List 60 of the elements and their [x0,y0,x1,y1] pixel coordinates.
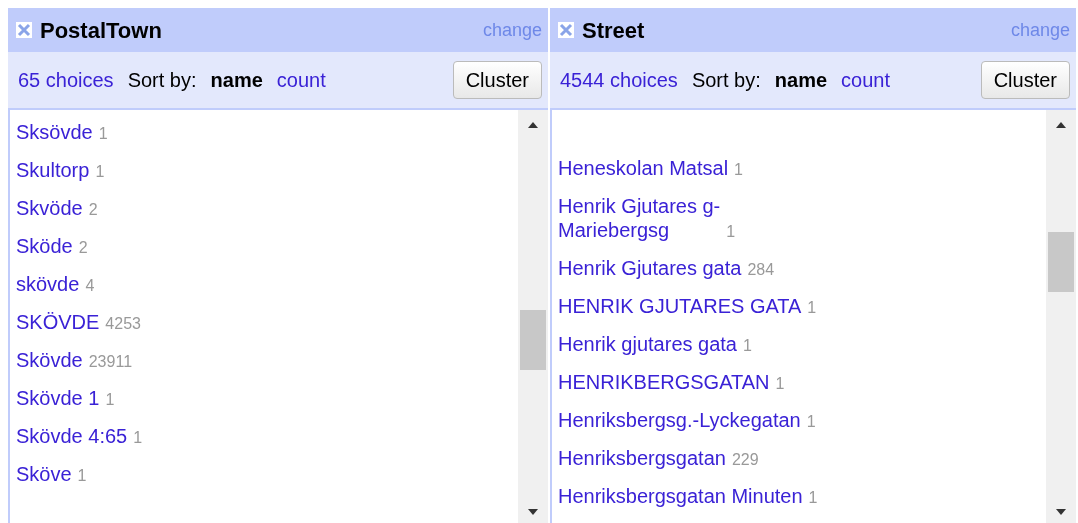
facet-choice[interactable]: HENRIKBERGSGATAN [558,370,770,394]
scrollbar[interactable] [1046,110,1076,523]
facet-choice[interactable]: Skövde 4:65 [16,424,128,448]
choice-count: 4253 [105,315,141,332]
choice-count: 2 [78,239,88,256]
scroll-down-icon[interactable] [1056,509,1066,515]
facet-title: PostalTown [40,16,162,45]
facet-choice[interactable]: Henriksbergsgatan Minuten [558,484,803,508]
choice-count: 1 [808,489,818,506]
facet-choice[interactable]: Heneskolan Matsal [558,156,729,180]
choices-count: 65 choices [18,68,114,93]
facet-choice[interactable]: Henrik Gjutares g- Mariebergsg [558,194,721,242]
scroll-down-icon[interactable] [528,509,538,515]
facet-choice[interactable]: SKÖVDE [16,310,100,334]
scrollbar-thumb[interactable] [1048,232,1074,292]
scrollbar-thumb[interactable] [520,310,546,370]
facet-choice[interactable]: Skövde 1 [16,386,100,410]
facet-choice[interactable]: Skultorp [16,158,90,182]
choice-count: 4 [85,277,95,294]
sort-option[interactable]: count [841,65,890,95]
choice-count: 1 [726,223,736,240]
cluster-button[interactable]: Cluster [980,61,1070,99]
facet-title: Street [582,16,645,45]
facet-choice[interactable]: Sköde [16,234,73,258]
facet-choice[interactable]: HENRIK GJUTARES GATA [558,294,802,318]
choice-count: 1 [807,299,817,316]
facet-choice[interactable]: Henrik gjutares gata [558,332,737,356]
facet-choice[interactable]: Henrik Gjutares gata [558,256,742,280]
choice-count: 1 [806,413,816,430]
scrollbar[interactable] [518,110,548,523]
scroll-up-icon[interactable] [1056,122,1066,128]
choice-count: 1 [743,337,752,354]
choice-count: 1 [133,429,143,446]
facet-choice[interactable]: Henriksbergsgatan [558,446,726,470]
choice-count: 1 [95,163,105,180]
choice-count: 284 [747,261,775,278]
sort-option[interactable]: count [276,65,326,95]
cluster-button[interactable]: Cluster [452,61,542,99]
facet-choice[interactable]: skövde [16,272,80,296]
choices-count: 4544 choices [560,68,678,93]
choice-count: 23911 [88,353,133,370]
facet-choice[interactable]: Skövde [16,348,83,372]
facet-choice[interactable]: Henriksbergsg.-Lyckegatan [558,408,801,432]
sort-option[interactable]: name [774,65,828,95]
choice-count: 1 [775,375,785,392]
choice-count: 1 [98,125,108,142]
facet-choice[interactable]: Skvöde [16,196,83,220]
close-icon[interactable] [558,22,574,38]
facet-choice[interactable]: Sköve [16,462,72,486]
choice-count: 229 [731,451,759,468]
choice-count: 1 [77,467,87,484]
choice-count: 2 [88,201,98,218]
choice-count: 1 [105,391,115,408]
close-icon[interactable] [16,22,32,38]
choice-count: 1 [734,161,743,178]
scroll-up-icon[interactable] [528,122,538,128]
sort-label: Sort by: [127,68,197,93]
sort-option[interactable]: name [210,65,263,95]
sort-label: Sort by: [691,68,761,93]
facet-choice[interactable]: Sksövde [16,120,93,144]
